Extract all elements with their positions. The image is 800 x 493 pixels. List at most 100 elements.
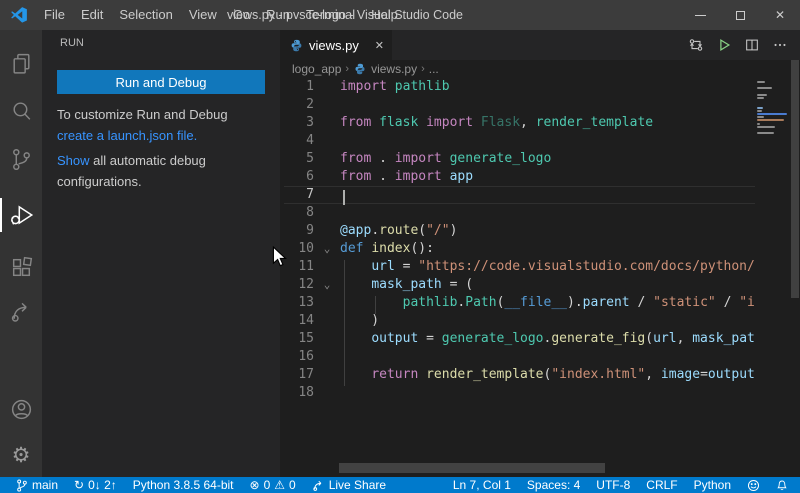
sidebar-item-live-share[interactable] xyxy=(0,294,42,328)
minimize-icon xyxy=(695,15,706,16)
tab-close-icon[interactable]: ✕ xyxy=(375,39,384,52)
menu-item-terminal[interactable]: Terminal xyxy=(298,0,363,30)
code-token: "index.html" xyxy=(551,367,645,382)
code-line-8[interactable]: 8 xyxy=(284,204,800,222)
code-token: route xyxy=(379,223,418,238)
code-line-12[interactable]: 12⌄ mask_path = ( xyxy=(284,276,800,294)
code-token: import xyxy=(426,115,473,130)
code-token: / xyxy=(716,295,739,310)
menu-bar: FileEditSelectionViewGoRunTerminalHelp xyxy=(36,0,406,30)
tab-views-py[interactable]: views.py ✕ xyxy=(280,30,392,60)
sidebar-item-search[interactable] xyxy=(0,94,42,128)
breadcrumb-symbol[interactable]: ... xyxy=(429,62,439,76)
sidebar-item-explorer[interactable] xyxy=(0,46,42,80)
python-version-label: Python 3.8.5 64-bit xyxy=(133,477,234,493)
code-line-9[interactable]: 9@app.route("/") xyxy=(284,222,800,240)
encoding-item[interactable]: UTF-8 xyxy=(596,477,630,493)
code-line-15[interactable]: 15 output = generate_logo.generate_fig(u… xyxy=(284,330,800,348)
sidebar-item-run-debug[interactable] xyxy=(0,198,42,232)
breadcrumb-folder[interactable]: logo_app xyxy=(292,62,341,76)
cursor-position-item[interactable]: Ln 7, Col 1 xyxy=(453,477,511,493)
code-line-10[interactable]: 10⌄def index(): xyxy=(284,240,800,258)
code-token: ( xyxy=(645,331,653,346)
sync-count-label: 0↓ 2↑ xyxy=(88,477,117,493)
menu-item-edit[interactable]: Edit xyxy=(73,0,111,30)
code-token: index xyxy=(371,241,410,256)
code-line-5[interactable]: 5from . import generate_logo xyxy=(284,150,800,168)
feedback-item[interactable] xyxy=(747,479,760,492)
line-number: 18 xyxy=(284,384,314,402)
fold-chevron-icon[interactable]: ⌄ xyxy=(314,276,340,294)
close-button[interactable]: ✕ xyxy=(760,0,800,30)
menu-item-run[interactable]: Run xyxy=(258,0,298,30)
code-token xyxy=(442,151,450,166)
menu-item-selection[interactable]: Selection xyxy=(111,0,180,30)
editor-actions xyxy=(688,30,800,60)
split-editor-icon[interactable] xyxy=(744,37,760,53)
text-cursor-caret xyxy=(343,190,345,205)
sync-changes-item[interactable]: ↻ 0↓ 2↑ xyxy=(74,477,117,493)
menu-item-go[interactable]: Go xyxy=(225,0,258,30)
git-branch-item[interactable]: main xyxy=(16,477,58,493)
sync-icon: ↻ xyxy=(74,477,84,493)
code-token: Path xyxy=(465,295,496,310)
indentation-item[interactable]: Spaces: 4 xyxy=(527,477,580,493)
maximize-button[interactable] xyxy=(720,0,760,30)
account-button[interactable] xyxy=(0,392,42,426)
code-line-2[interactable]: 2 xyxy=(284,96,800,114)
open-changes-icon[interactable] xyxy=(688,37,704,53)
minimize-button[interactable] xyxy=(680,0,720,30)
code-token: "/" xyxy=(426,223,449,238)
eol-item[interactable]: CRLF xyxy=(646,477,677,493)
show-configurations-link[interactable]: Show xyxy=(57,153,90,168)
vertical-scrollbar-thumb[interactable] xyxy=(791,60,799,298)
python-interpreter-item[interactable]: Python 3.8.5 64-bit xyxy=(133,477,234,493)
python-file-icon xyxy=(354,63,366,75)
live-share-item[interactable]: Live Share xyxy=(312,477,386,493)
account-icon xyxy=(9,397,34,422)
code-line-6[interactable]: 6from . import app xyxy=(284,168,800,186)
minimap[interactable] xyxy=(755,78,790,463)
menu-item-help[interactable]: Help xyxy=(363,0,406,30)
code-token xyxy=(418,367,426,382)
settings-button[interactable]: ⚙ xyxy=(0,438,42,472)
problems-item[interactable]: ⊗ 0 ⚠ 0 xyxy=(250,477,296,493)
more-actions-icon[interactable] xyxy=(772,37,788,53)
line-number: 17 xyxy=(284,366,314,384)
sidebar-item-source-control[interactable] xyxy=(0,142,42,176)
run-python-file-icon[interactable] xyxy=(716,37,732,53)
sidebar-item-extensions[interactable] xyxy=(0,250,42,284)
status-bar: main ↻ 0↓ 2↑ Python 3.8.5 64-bit ⊗ 0 ⚠ 0… xyxy=(0,477,800,493)
code-line-13[interactable]: 13 pathlib.Path(__file__).parent / "stat… xyxy=(284,294,800,312)
code-token: app xyxy=(450,169,473,184)
notifications-item[interactable] xyxy=(776,479,788,492)
code-line-3[interactable]: 3from flask import Flask, render_templat… xyxy=(284,114,800,132)
code-token: import xyxy=(395,169,442,184)
language-mode-item[interactable]: Python xyxy=(694,477,731,493)
run-and-debug-button[interactable]: Run and Debug xyxy=(57,70,265,94)
create-launch-json-link[interactable]: create a launch.json file. xyxy=(57,128,197,143)
code-token: ) xyxy=(340,313,379,328)
code-token xyxy=(387,79,395,94)
menu-item-file[interactable]: File xyxy=(36,0,73,30)
code-line-14[interactable]: 14 ) xyxy=(284,312,800,330)
code-line-17[interactable]: 17 return render_template("index.html", … xyxy=(284,366,800,384)
code-line-1[interactable]: 1import pathlib xyxy=(284,78,800,96)
code-token: image xyxy=(661,367,700,382)
code-line-7[interactable]: 7 xyxy=(284,186,800,204)
fold-chevron-icon[interactable]: ⌄ xyxy=(314,240,340,258)
code-token: "https://code.visualstudio.com/docs/pyth… xyxy=(418,259,800,274)
minimap-line xyxy=(757,126,775,128)
code-line-11[interactable]: 11 url = "https://code.visualstudio.com/… xyxy=(284,258,800,276)
minimap-line xyxy=(757,116,764,118)
code-line-18[interactable]: 18 xyxy=(284,384,800,402)
menu-item-view[interactable]: View xyxy=(181,0,225,30)
horizontal-scrollbar-thumb[interactable] xyxy=(339,463,605,473)
vertical-scrollbar[interactable] xyxy=(790,60,800,463)
code-editor[interactable]: 1import pathlib23from flask import Flask… xyxy=(280,78,800,463)
code-line-4[interactable]: 4 xyxy=(284,132,800,150)
files-icon xyxy=(9,51,34,76)
code-line-16[interactable]: 16 xyxy=(284,348,800,366)
line-number: 13 xyxy=(284,294,314,312)
breadcrumb-file[interactable]: views.py xyxy=(371,62,417,76)
